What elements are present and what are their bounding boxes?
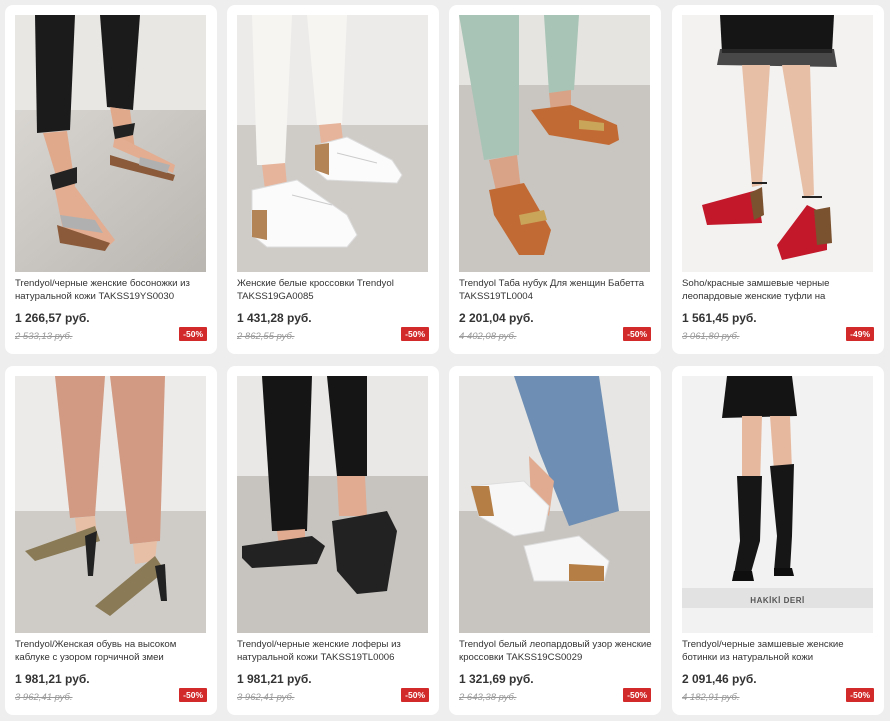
product-old-price: 2 533,13 руб. (15, 331, 73, 342)
discount-badge: -50% (179, 688, 207, 702)
product-card[interactable]: Trendyol Таба нубук Для женщин Бабетта T… (449, 5, 661, 354)
product-card[interactable]: Trendyol/Женская обувь на высоком каблук… (5, 366, 217, 715)
product-old-price: 3 962,41 руб. (15, 692, 73, 703)
product-image[interactable] (459, 15, 650, 272)
material-label: HAKİKİ DERİ (750, 596, 805, 605)
discount-badge: -50% (401, 327, 429, 341)
product-card[interactable]: HAKİKİ DERİ Trendyol/черные замшевые жен… (672, 366, 884, 715)
product-image[interactable] (459, 376, 650, 633)
discount-badge: -50% (623, 327, 651, 341)
product-price: 1 321,69 руб. (459, 672, 534, 686)
product-card[interactable]: Trendyol/черные женские лоферы из натура… (227, 366, 439, 715)
product-title[interactable]: Trendyol/черные женские лоферы из натура… (237, 639, 432, 664)
product-title[interactable]: Trendyol белый леопардовый узор женские … (459, 639, 654, 664)
product-image[interactable] (237, 376, 428, 633)
product-card[interactable]: Trendyol белый леопардовый узор женские … (449, 366, 661, 715)
discount-badge: -49% (846, 327, 874, 341)
product-price: 1 561,45 руб. (682, 311, 757, 325)
product-image[interactable] (15, 376, 206, 633)
product-price: 1 266,57 руб. (15, 311, 90, 325)
product-old-price: 4 402,08 руб. (459, 331, 517, 342)
product-price: 2 091,46 руб. (682, 672, 757, 686)
product-card[interactable]: Trendyol/черные женские босоножки из нат… (5, 5, 217, 354)
product-image[interactable]: HAKİKİ DERİ (682, 376, 873, 633)
discount-badge: -50% (179, 327, 207, 341)
product-title[interactable]: Soho/красные замшевые черные леопардовые… (682, 278, 877, 303)
product-price: 2 201,04 руб. (459, 311, 534, 325)
product-image[interactable] (237, 15, 428, 272)
product-old-price: 4 182,91 руб. (682, 692, 740, 703)
product-price: 1 981,21 руб. (15, 672, 90, 686)
product-old-price: 2 862,55 руб. (237, 331, 295, 342)
product-title[interactable]: Женские белые кроссовки Trendyol TAKSS19… (237, 278, 432, 303)
product-title[interactable]: Trendyol/Женская обувь на высоком каблук… (15, 639, 210, 664)
product-old-price: 3 962,41 руб. (237, 692, 295, 703)
product-card[interactable]: Soho/красные замшевые черные леопардовые… (672, 5, 884, 354)
product-price: 1 981,21 руб. (237, 672, 312, 686)
discount-badge: -50% (846, 688, 874, 702)
discount-badge: -50% (623, 688, 651, 702)
product-image[interactable] (15, 15, 206, 272)
product-title[interactable]: Trendyol/черные замшевые женские ботинки… (682, 639, 877, 664)
product-title[interactable]: Trendyol Таба нубук Для женщин Бабетта T… (459, 278, 654, 303)
product-old-price: 3 061,80 руб. (682, 331, 740, 342)
product-old-price: 2 643,38 руб. (459, 692, 517, 703)
discount-badge: -50% (401, 688, 429, 702)
product-title[interactable]: Trendyol/черные женские босоножки из нат… (15, 278, 210, 303)
product-price: 1 431,28 руб. (237, 311, 312, 325)
product-card[interactable]: Женские белые кроссовки Trendyol TAKSS19… (227, 5, 439, 354)
product-image[interactable] (682, 15, 873, 272)
product-grid: Trendyol/черные женские босоножки из нат… (0, 0, 890, 721)
